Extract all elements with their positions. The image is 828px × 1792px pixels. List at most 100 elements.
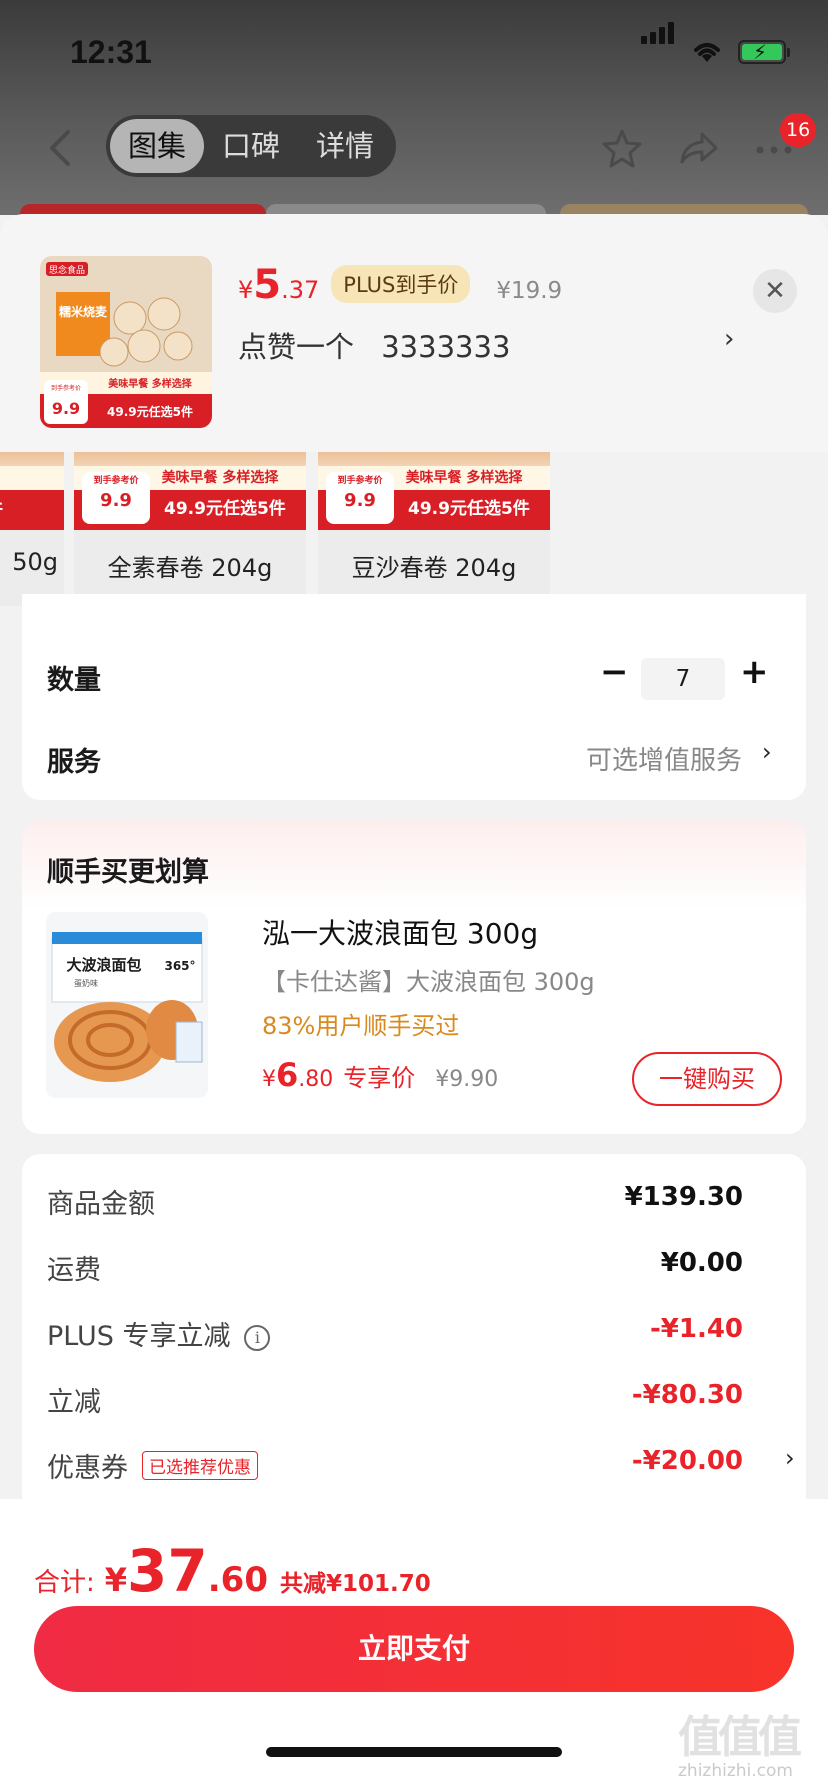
total-currency: ¥ <box>104 1561 128 1599</box>
banner-top-text: 美味早餐 多样选择 <box>108 377 192 390</box>
option-card[interactable]: 件 50g <box>0 444 64 606</box>
option-card[interactable]: 美味早餐 多样选择 49.9元任选5件 到手参考价 9.9 豆沙春卷 204g <box>318 444 550 606</box>
option-badge-top: 到手参考价 <box>93 476 139 486</box>
combo-product-spec: 【卡仕达酱】大波浪面包 300g <box>262 968 595 996</box>
status-time: 12:31 <box>70 34 152 70</box>
price-currency: ¥ <box>238 276 254 304</box>
bread-image: 大波浪面包 蛋奶味 365° <box>46 912 208 1098</box>
info-icon[interactable]: i <box>244 1325 271 1351</box>
pay-now-button[interactable]: 立即支付 <box>34 1606 794 1692</box>
wifi-icon <box>694 43 720 62</box>
star-icon[interactable] <box>600 126 644 170</box>
combo-price-row: ¥ 6 .80 专享价 ¥9.90 <box>262 1056 498 1094</box>
brand-logo-text: 思念食品 <box>49 264 85 276</box>
selected-spec-prefix: 点赞一个 <box>238 330 355 364</box>
quantity-decrease-button[interactable]: − <box>600 652 629 692</box>
combo-title: 顺手买更划算 <box>47 857 209 888</box>
banner-bottom-text: 49.9元任选5件 <box>107 404 193 419</box>
summary-label-text: PLUS 专享立减 <box>47 1321 231 1352</box>
plus-price-tag: PLUS到手价 <box>331 265 471 303</box>
summary-value: -¥20.00 <box>631 1446 743 1476</box>
quantity-label: 数量 <box>47 665 101 696</box>
chevron-right-icon[interactable]: › <box>762 738 772 766</box>
summary-value: -¥80.30 <box>631 1380 743 1410</box>
combo-product-image[interactable]: 大波浪面包 蛋奶味 365° <box>46 912 208 1098</box>
option-badge-price: 9.9 <box>344 490 376 511</box>
watermark-url: zhizhizhi.com <box>678 1761 793 1781</box>
watermark-logo: 值值值 <box>678 1712 802 1763</box>
option-price-badge: 到手参考价 9.9 <box>82 472 150 524</box>
selected-spec-value: 3333333 <box>381 330 511 364</box>
close-icon: ✕ <box>764 276 786 306</box>
share-icon[interactable] <box>676 126 720 170</box>
total-label: 合计: <box>34 1568 95 1598</box>
battery-icon: ⚡ <box>738 40 790 64</box>
segment-tabs: 图集 口碑 详情 <box>106 115 396 177</box>
chevron-right-icon[interactable]: › <box>785 1444 795 1472</box>
close-button[interactable]: ✕ <box>753 269 797 313</box>
summary-value: -¥1.40 <box>649 1314 743 1344</box>
product-thumbnail: 思念食品 糯米烧麦 美味早餐 多样选择 到手参考价 9.9 49.9元任选5件 <box>40 256 212 428</box>
tab-details[interactable]: 详情 <box>298 119 392 173</box>
combo-product-name[interactable]: 泓一大波浪面包 300g <box>262 912 538 952</box>
bread-package-text: 大波浪面包 <box>66 956 141 974</box>
top-nav: 图集 口碑 详情 <box>0 112 828 182</box>
summary-row-coupon[interactable]: 优惠券 已选推荐优惠 -¥20.00 › <box>47 1444 795 1486</box>
home-indicator <box>266 1747 562 1757</box>
summary-label: 优惠券 已选推荐优惠 <box>47 1446 258 1485</box>
option-label: 豆沙春卷 204g <box>351 554 517 582</box>
tab-gallery[interactable]: 图集 <box>110 119 204 173</box>
combo-price-currency: ¥ <box>262 1067 276 1092</box>
price-decimal: .37 <box>281 276 320 304</box>
combo-price-tag: 专享价 <box>343 1064 416 1092</box>
summary-row-shipping: 运费 ¥0.00 <box>47 1248 777 1288</box>
summary-value: ¥139.30 <box>624 1182 743 1212</box>
total-saved: 共减¥101.70 <box>279 1571 431 1597</box>
tab-reviews[interactable]: 口碑 <box>204 119 298 173</box>
sheet-header: 思念食品 糯米烧麦 美味早餐 多样选择 到手参考价 9.9 49.9元任选5件 … <box>0 214 828 452</box>
combo-price-integer: 6 <box>276 1056 299 1094</box>
combo-purchase-rate: 83%用户顺手买过 <box>262 1012 460 1040</box>
option-card[interactable]: 美味早餐 多样选择 49.9元任选5件 到手参考价 9.9 全素春卷 204g <box>74 444 306 606</box>
price-row: ¥ 5 .37 PLUS到手价 ¥19.9 <box>238 262 562 309</box>
summary-label-text: 优惠券 <box>47 1453 128 1484</box>
badge-price-text: 9.9 <box>52 399 80 418</box>
quantity-input[interactable]: 7 <box>641 658 725 700</box>
one-click-buy-button[interactable]: 一键购买 <box>632 1052 782 1106</box>
service-value[interactable]: 可选增值服务 <box>586 740 742 777</box>
summary-label: PLUS 专享立减 i <box>47 1314 271 1353</box>
summary-label: 运费 <box>47 1255 101 1286</box>
status-bar: 12:31 ⚡ <box>0 0 828 100</box>
product-image: 思念食品 糯米烧麦 美味早餐 多样选择 到手参考价 9.9 49.9元任选5件 <box>40 256 212 428</box>
option-price-badge: 到手参考价 9.9 <box>326 472 394 524</box>
summary-row-plus-discount: PLUS 专享立减 i -¥1.40 <box>47 1314 777 1354</box>
option-label: 50g <box>12 548 58 576</box>
quantity-service-card: 数量 − 7 + 服务 可选增值服务 › <box>22 594 806 800</box>
bread-package-badge: 365° <box>164 959 195 973</box>
checkout-footer: 合计: ¥ 37 .60 共减¥101.70 立即支付 值值值 zhizhizh… <box>0 1499 828 1792</box>
quantity-increase-button[interactable]: + <box>740 652 769 692</box>
price-integer: 5 <box>253 262 282 308</box>
purchase-sheet: 思念食品 糯米烧麦 美味早餐 多样选择 到手参考价 9.9 49.9元任选5件 … <box>0 214 828 1792</box>
original-price: ¥19.9 <box>496 278 563 304</box>
total-decimal: .60 <box>207 1560 268 1600</box>
combo-price-decimal: .80 <box>298 1067 334 1092</box>
total-price: 合计: ¥ 37 .60 共减¥101.70 <box>34 1537 431 1605</box>
summary-label: 立减 <box>47 1387 101 1418</box>
summary-row-goods: 商品金额 ¥139.30 <box>47 1182 777 1222</box>
bread-package-sub: 蛋奶味 <box>74 978 98 988</box>
packaging-name-text: 糯米烧麦 <box>59 304 108 319</box>
message-count-badge: 16 <box>780 113 817 147</box>
option-badge-top: 到手参考价 <box>337 476 383 486</box>
option-banner-bottom: 件 <box>0 494 64 524</box>
summary-row-instant-discount: 立减 -¥80.30 <box>47 1380 777 1420</box>
combo-card: 顺手买更划算 大波浪面包 蛋奶味 365° 泓一大波浪面包 300g 【卡仕达酱… <box>22 820 806 1134</box>
option-label: 全素春卷 204g <box>107 554 273 582</box>
back-icon[interactable] <box>42 126 82 170</box>
total-integer: 37 <box>127 1537 208 1605</box>
selected-spec[interactable]: 点赞一个 3333333 <box>238 324 510 366</box>
summary-value: ¥0.00 <box>660 1248 743 1278</box>
chevron-right-icon[interactable]: › <box>724 324 734 354</box>
coupon-recommended-tag: 已选推荐优惠 <box>142 1451 258 1480</box>
service-label: 服务 <box>47 747 101 778</box>
